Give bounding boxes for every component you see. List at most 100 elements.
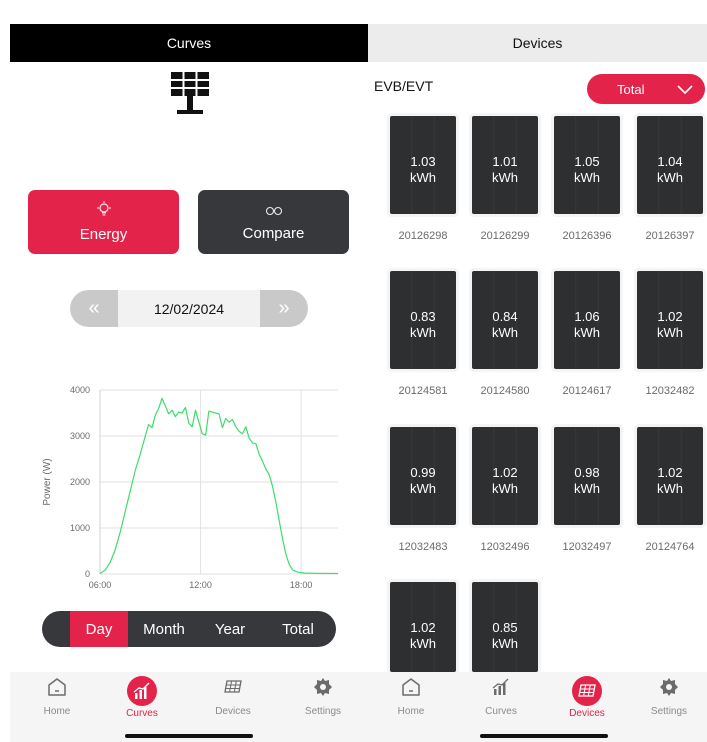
- home-icon: [45, 676, 69, 700]
- device-energy-value: 1.02: [410, 620, 436, 635]
- tab-label: Devices: [569, 708, 605, 719]
- total-select-value: Total: [617, 81, 645, 97]
- device-serial: 20126396: [562, 230, 612, 242]
- device-energy-value: 1.02: [657, 465, 683, 480]
- device-energy: 1.04 kWh: [637, 154, 703, 186]
- device-panel-image: 1.04 kWh: [637, 116, 703, 214]
- device-energy: 0.99 kWh: [390, 465, 456, 497]
- tab-label: Settings: [650, 706, 688, 717]
- device-serial: 20124581: [398, 385, 448, 397]
- compare-icon: [265, 203, 283, 219]
- date-display[interactable]: 12/02/2024: [118, 290, 260, 327]
- solar-panel-icon: [171, 72, 209, 114]
- device-card[interactable]: 0.85 kWh: [472, 582, 538, 672]
- energy-button[interactable]: Energy: [28, 190, 179, 254]
- device-panel-image: 0.83 kWh: [390, 271, 456, 369]
- bottom-tab-bar: Home Curves Devices Settings: [10, 672, 368, 742]
- device-energy: 1.02 kWh: [637, 309, 703, 341]
- device-panel-image: 1.06 kWh: [554, 271, 620, 369]
- device-energy: 0.83 kWh: [390, 309, 456, 341]
- gear-icon: [657, 676, 681, 700]
- device-energy: 1.02 kWh: [390, 620, 456, 652]
- group-label: EVB/EVT: [374, 78, 434, 94]
- period-tab-year[interactable]: Year: [200, 611, 260, 647]
- tab-label: Home: [43, 706, 71, 717]
- app-root: Curves Energy Compare « 12/02/2024 » 0 1…: [0, 0, 707, 742]
- device-card[interactable]: 1.02 kWh 20124764: [637, 427, 703, 553]
- tab-label: Settings: [304, 706, 342, 717]
- device-energy-value: 1.06: [574, 309, 600, 324]
- tab-devices[interactable]: Devices: [198, 676, 268, 717]
- home-indicator: [125, 734, 253, 738]
- device-energy-value: 0.85: [492, 620, 518, 635]
- device-card[interactable]: 1.06 kWh 20124617: [554, 271, 620, 397]
- y-tick-label: 3000: [70, 431, 90, 441]
- y-tick-label: 2000: [70, 477, 90, 487]
- device-energy: 1.01 kWh: [472, 154, 538, 186]
- device-energy-unit: kWh: [492, 481, 518, 496]
- device-energy-unit: kWh: [657, 325, 683, 340]
- tab-home[interactable]: Home: [22, 676, 92, 717]
- x-tick-label: 18:00: [290, 580, 313, 590]
- devices-title: Devices: [512, 35, 563, 51]
- device-serial: 12032482: [645, 385, 695, 397]
- device-energy-value: 0.84: [492, 309, 518, 324]
- device-energy: 1.05 kWh: [554, 154, 620, 186]
- chevron-left-double-icon: «: [88, 297, 100, 319]
- device-energy: 0.84 kWh: [472, 309, 538, 341]
- device-card[interactable]: 1.02 kWh 12032482: [637, 271, 703, 397]
- device-serial: 20126397: [645, 230, 695, 242]
- curves-screen: Curves Energy Compare « 12/02/2024 » 0 1…: [0, 0, 368, 742]
- compare-button[interactable]: Compare: [198, 190, 349, 254]
- device-energy-unit: kWh: [410, 170, 436, 185]
- bottom-tab-bar: Home Curves Devices Settings: [368, 672, 707, 742]
- device-panel-image: 1.05 kWh: [554, 116, 620, 214]
- device-panel-image: 1.01 kWh: [472, 116, 538, 214]
- tab-curves[interactable]: Curves: [107, 676, 177, 719]
- power-series-line: [99, 397, 339, 575]
- device-card[interactable]: 1.03 kWh 20126298: [390, 116, 456, 242]
- period-tab-total[interactable]: Total: [260, 611, 336, 647]
- tab-home[interactable]: Home: [376, 676, 446, 717]
- tab-settings[interactable]: Settings: [634, 676, 704, 717]
- y-tick-label: 4000: [70, 385, 90, 395]
- chevron-down-icon: [677, 85, 693, 95]
- prev-date-button[interactable]: «: [70, 290, 118, 327]
- device-energy-value: 0.99: [410, 465, 436, 480]
- tab-label: Curves: [126, 708, 158, 719]
- device-panel-image: 1.02 kWh: [390, 582, 456, 672]
- period-selector: Day Month Year Total: [42, 611, 336, 647]
- device-energy-unit: kWh: [492, 636, 518, 651]
- device-energy-unit: kWh: [574, 325, 600, 340]
- period-tab-day[interactable]: Day: [70, 611, 128, 647]
- device-card[interactable]: 0.84 kWh 20124580: [472, 271, 538, 397]
- device-panel-image: 0.99 kWh: [390, 427, 456, 525]
- next-date-button[interactable]: »: [260, 290, 308, 327]
- tab-curves[interactable]: Curves: [466, 676, 536, 717]
- total-select[interactable]: Total: [587, 74, 705, 104]
- device-panel-image: 0.98 kWh: [554, 427, 620, 525]
- tab-settings[interactable]: Settings: [288, 676, 358, 717]
- device-card[interactable]: 1.01 kWh 20126299: [472, 116, 538, 242]
- device-card[interactable]: 1.02 kWh 12032496: [472, 427, 538, 553]
- device-card[interactable]: 0.98 kWh 12032497: [554, 427, 620, 553]
- compare-label: Compare: [242, 224, 305, 242]
- gear-icon: [311, 676, 335, 700]
- device-card[interactable]: 0.99 kWh 12032483: [390, 427, 456, 553]
- device-card[interactable]: 1.04 kWh 20126397: [637, 116, 703, 242]
- curves-title: Curves: [166, 35, 212, 51]
- device-energy: 1.02 kWh: [472, 465, 538, 497]
- device-energy-unit: kWh: [574, 170, 600, 185]
- period-tab-month[interactable]: Month: [128, 611, 200, 647]
- y-tick-label: 0: [85, 569, 90, 579]
- device-energy-unit: kWh: [492, 170, 518, 185]
- device-serial: 20124764: [645, 541, 695, 553]
- device-panel-image: 0.85 kWh: [472, 582, 538, 672]
- device-serial: 20126298: [398, 230, 448, 242]
- device-energy-unit: kWh: [410, 325, 436, 340]
- tab-devices[interactable]: Devices: [552, 676, 622, 719]
- device-card[interactable]: 1.05 kWh 20126396: [554, 116, 620, 242]
- device-card[interactable]: 1.02 kWh: [390, 582, 456, 672]
- device-card[interactable]: 0.83 kWh 20124581: [390, 271, 456, 397]
- device-serial: 12032483: [398, 541, 448, 553]
